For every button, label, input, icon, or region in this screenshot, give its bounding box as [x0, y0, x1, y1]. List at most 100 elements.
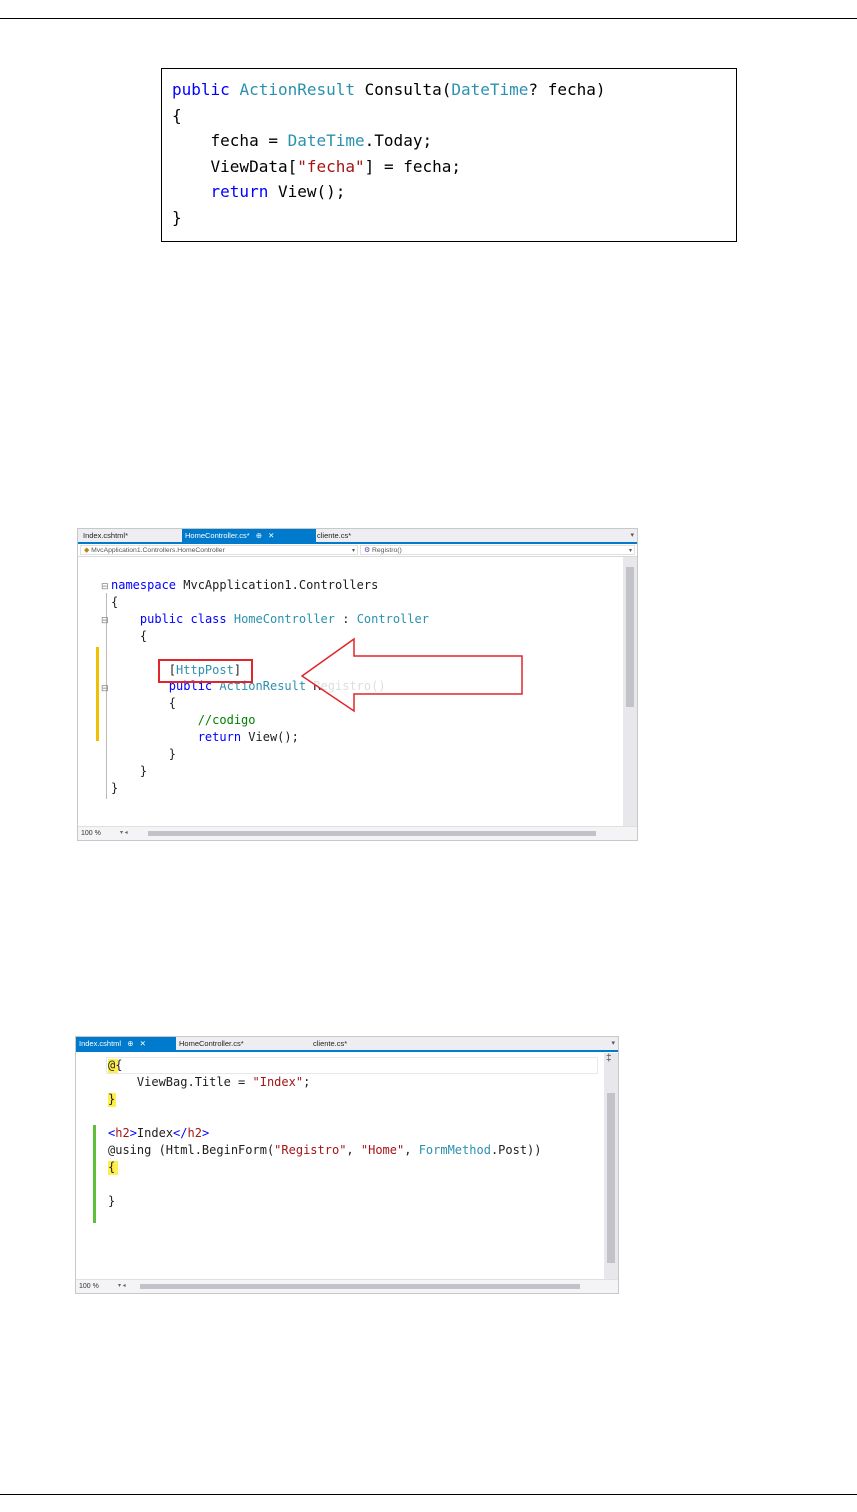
scroll-thumb[interactable]	[140, 1284, 580, 1289]
close-icon[interactable]: ✕	[268, 531, 274, 540]
zoom-level[interactable]: 100 %	[79, 1280, 99, 1293]
type-dropdown[interactable]: ◆ MvcApplication1.Controllers.HomeContro…	[80, 545, 358, 555]
code-token: {	[111, 594, 119, 609]
code-line: ViewBag.Title = "Index";	[108, 1074, 310, 1091]
code-token: >	[201, 1126, 210, 1140]
chevron-down-icon[interactable]: ▾ ◂	[120, 827, 128, 840]
code-token: @using (Html.BeginForm(	[108, 1143, 275, 1157]
code-token: }	[108, 1092, 116, 1106]
code-token: "fecha"	[297, 156, 365, 176]
tab-strip: Index.cshtml ⊕ ✕ HomeController.cs* clie…	[76, 1037, 618, 1052]
code-token: {	[111, 696, 177, 711]
collapse-icon[interactable]: ⊟	[101, 615, 109, 626]
code-line: return View();	[172, 179, 736, 205]
code-line: }	[108, 1193, 115, 1210]
collapse-icon[interactable]: ⊟	[101, 683, 109, 694]
tab-overflow-chevron-icon[interactable]: ▾	[630, 529, 634, 542]
code-token: Index	[136, 1126, 174, 1140]
code-snippet-consulta: public ActionResult Consulta(DateTime? f…	[161, 68, 737, 242]
member-dropdown[interactable]: ⚙ Registro() ▾	[360, 545, 635, 555]
method-icon: ⚙	[364, 547, 371, 554]
tab-label: Index.cshtml	[79, 1039, 122, 1048]
code-token: FormMethod	[418, 1143, 491, 1157]
code-token: fecha =	[172, 131, 288, 150]
close-icon[interactable]: ✕	[140, 1039, 146, 1048]
change-marker	[96, 647, 99, 741]
code-line: @using (Html.BeginForm("Registro", "Home…	[108, 1142, 542, 1159]
code-token: {	[111, 628, 148, 643]
code-token: namespace	[111, 578, 177, 592]
split-icon[interactable]: ‡	[606, 1053, 612, 1064]
footer-rule	[0, 1494, 857, 1495]
chevron-down-icon: ▾	[351, 548, 355, 554]
type-dropdown-value: MvcApplication1.Controllers.HomeControll…	[91, 547, 225, 554]
code-token: View();	[268, 182, 346, 201]
tab-cliente-cs[interactable]: cliente.cs*	[314, 529, 354, 542]
code-token: {	[172, 105, 182, 125]
code-token: </	[173, 1126, 188, 1140]
tab-homecontroller-cs[interactable]: HomeController.cs*	[176, 1037, 247, 1050]
code-token: "Index"	[252, 1075, 304, 1089]
code-token: return	[210, 182, 269, 201]
code-line: {	[108, 1159, 115, 1176]
code-token: public	[139, 611, 184, 626]
code-token: {	[108, 1160, 116, 1174]
code-token: View();	[241, 730, 299, 745]
code-token: "Registro"	[274, 1143, 347, 1157]
code-token: Controller	[356, 611, 429, 626]
code-token: "Home"	[360, 1143, 405, 1157]
horizontal-scrollbar[interactable]: 100 % ▾ ◂	[76, 1279, 618, 1293]
code-token: class	[190, 611, 227, 626]
code-token: Consulta(	[355, 80, 452, 99]
pin-icon[interactable]: ⊕	[256, 531, 262, 540]
pin-icon[interactable]: ⊕	[127, 1039, 133, 1048]
vertical-scrollbar[interactable]	[623, 557, 637, 826]
code-token: ,	[404, 1143, 419, 1157]
code-token: DateTime	[451, 80, 529, 99]
code-token: MvcApplication1.Controllers	[176, 578, 379, 592]
scroll-thumb[interactable]	[626, 567, 634, 707]
code-token: .Today;	[364, 131, 433, 150]
tab-cliente-cs[interactable]: cliente.cs*	[310, 1037, 350, 1050]
attribute-highlight-box	[158, 659, 253, 683]
tab-index-cshtml[interactable]: Index.cshtml ⊕ ✕	[76, 1037, 176, 1050]
code-token: public	[172, 80, 240, 99]
code-token: ViewBag.Title =	[108, 1075, 253, 1089]
code-token: ? fecha)	[528, 80, 606, 99]
code-line: }	[111, 763, 147, 780]
code-token: :	[335, 611, 357, 626]
zoom-level[interactable]: 100 %	[81, 827, 101, 840]
code-line: @{	[108, 1057, 122, 1074]
pointer-arrow-icon	[300, 637, 523, 713]
code-line: <h2>Index</h2>	[108, 1125, 209, 1142]
code-token: }	[172, 207, 182, 227]
tab-strip: Index.cshtml* HomeController.cs* ⊕ ✕ cli…	[78, 529, 637, 544]
scroll-thumb[interactable]	[148, 831, 596, 836]
collapse-icon[interactable]: ⊟	[101, 581, 109, 592]
tab-overflow-chevron-icon[interactable]: ▾	[611, 1037, 615, 1050]
ide-window-index-cshtml: Index.cshtml ⊕ ✕ HomeController.cs* clie…	[75, 1036, 619, 1294]
class-icon: ◆	[84, 547, 90, 554]
code-line: public ActionResult Consulta(DateTime? f…	[172, 77, 736, 103]
member-dropdown-value: Registro()	[371, 547, 402, 554]
code-editor[interactable]: @{ ViewBag.Title = "Index";} <h2>Index</h…	[108, 1057, 598, 1279]
code-token: >	[129, 1126, 137, 1140]
horizontal-scrollbar[interactable]: 100 % ▾ ◂	[78, 826, 637, 840]
tab-homecontroller-cs[interactable]: HomeController.cs* ⊕ ✕	[182, 529, 316, 542]
code-token: ] = fecha;	[364, 156, 461, 176]
scroll-thumb[interactable]	[607, 1093, 615, 1263]
tab-label: HomeController.cs*	[185, 531, 250, 540]
code-token: HomeController	[233, 611, 336, 626]
code-line: }	[172, 205, 736, 231]
code-line: //codigo	[111, 712, 256, 729]
change-marker	[93, 1125, 96, 1223]
code-line: {	[111, 628, 147, 645]
vertical-scrollbar[interactable]: ‡	[604, 1053, 618, 1279]
tab-index-cshtml[interactable]: Index.cshtml*	[80, 529, 131, 542]
chevron-down-icon[interactable]: ▾ ◂	[118, 1280, 126, 1293]
